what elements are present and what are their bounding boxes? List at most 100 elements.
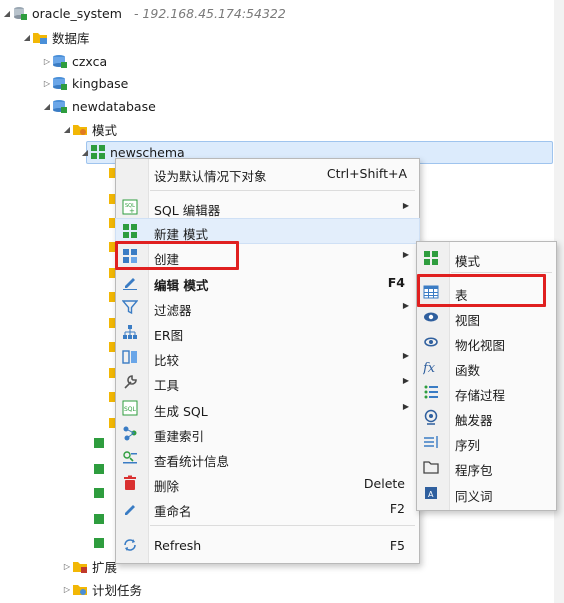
menu-item-label: 删除 [154,479,180,494]
collapse-arrow-icon[interactable]: ◢ [22,33,32,42]
tree-label: newdatabase [72,98,156,114]
expand-arrow-icon[interactable]: ▷ [62,585,72,594]
tree-node-database-newdatabase[interactable]: ◢ newdatabase [42,95,156,117]
menu-item-tools[interactable]: 工具 ▶ [116,370,419,394]
submenu-item-view[interactable]: 视图 [417,305,556,329]
menu-item-view-statistics[interactable]: 查看统计信息 [116,446,419,470]
schema-icon [94,464,104,474]
menu-item-shortcut: F5 [389,538,405,553]
schema-icon [94,538,104,548]
tree-node-databases[interactable]: ◢ 数据库 [22,26,90,48]
tree-node-database-czxca[interactable]: ▷ czxca [42,50,107,72]
trash-icon [122,475,138,491]
menu-item-label: 模式 [455,254,481,269]
database-icon [52,53,68,69]
menu-item-label: 触发器 [455,413,493,428]
compare-icon [122,349,138,365]
connection-address: - 192.168.45.174:54322 [133,5,286,21]
collapse-arrow-icon[interactable]: ◢ [2,9,12,18]
collapse-arrow-icon[interactable]: ◢ [62,125,72,134]
menu-item-compare[interactable]: 比较 ▶ [116,345,419,369]
rename-pencil-icon [122,500,138,516]
menu-item-label: 物化视图 [455,338,506,353]
highlight-box-create [115,241,239,270]
svg-text:SQL: SQL [124,406,137,413]
materialized-view-icon [423,334,439,350]
expand-arrow-icon[interactable]: ▷ [42,79,52,88]
menu-item-set-default[interactable]: 设为默认情况下对象 Ctrl+Shift+A [116,161,419,185]
menu-item-rebuild-index[interactable]: 重建索引 [116,421,419,445]
menu-item-label: 视图 [455,313,481,328]
menu-item-er-diagram[interactable]: ER图 [116,320,419,344]
tree-label: 模式 [92,122,118,138]
submenu-item-sequence[interactable]: 序列 [417,430,556,454]
svg-text:+: + [129,207,135,215]
edit-pencil-icon [122,274,138,290]
menu-item-shortcut: F4 [387,275,405,290]
schema-icon [122,223,138,239]
menu-item-generate-sql[interactable]: SQL 生成 SQL ▶ [116,396,419,420]
folder-icon [72,581,88,597]
tree-node-extensions[interactable]: ▷ 扩展 [62,555,117,577]
schema-icon [94,438,104,448]
tree-node-schemas-folder[interactable]: ◢ 模式 [62,118,117,140]
submenu-item-materialized-view[interactable]: 物化视图 [417,330,556,354]
submenu-arrow-icon: ▶ [402,351,409,360]
menu-item-label: 程序包 [455,463,493,478]
er-diagram-icon [122,324,138,340]
collapse-arrow-icon[interactable]: ◢ [80,148,90,157]
trigger-icon [423,409,439,425]
menu-item-label: 序列 [455,438,481,453]
schema-icon [94,514,104,524]
menu-item-label: 工具 [154,378,180,393]
menu-item-delete[interactable]: 删除 Delete [116,471,419,495]
tree-node-connection[interactable]: ◢ oracle_system - 192.168.45.174:54322 [2,2,286,24]
tree-label: czxca [72,53,108,69]
submenu-arrow-icon: ▶ [402,201,409,210]
refresh-icon [122,537,138,553]
menu-item-label: 重命名 [154,504,192,519]
collapse-arrow-icon[interactable]: ◢ [42,102,52,111]
tree-node-scheduled-tasks[interactable]: ▷ 计划任务 [62,578,142,600]
menu-item-rename[interactable]: 重命名 F2 [116,496,419,520]
menu-item-sql-editor[interactable]: SQL + SQL 编辑器 ▶ [116,195,419,219]
submenu-item-package[interactable]: 程序包 [417,455,556,479]
statistics-icon [122,450,138,466]
folder-icon [72,558,88,574]
folder-icon [72,121,88,137]
menu-separator [451,272,552,273]
submenu-item-procedure[interactable]: 存储过程 [417,380,556,404]
tree-label: kingbase [72,75,129,91]
menu-item-refresh[interactable]: Refresh F5 [116,533,419,557]
submenu-item-trigger[interactable]: 触发器 [417,405,556,429]
wrench-icon [122,374,138,390]
submenu-arrow-icon: ▶ [402,402,409,411]
tree-node-database-kingbase[interactable]: ▷ kingbase [42,72,128,94]
procedure-icon [423,384,439,400]
menu-separator [150,190,415,191]
menu-item-filter[interactable]: 过滤器 ▶ [116,295,419,319]
menu-item-label: 同义词 [455,489,493,504]
submenu-arrow-icon: ▶ [402,376,409,385]
submenu-item-schema[interactable]: 模式 [417,246,556,270]
menu-item-label: 查看统计信息 [154,454,230,469]
expand-arrow-icon[interactable]: ▷ [62,562,72,571]
context-menu: 设为默认情况下对象 Ctrl+Shift+A SQL + SQL 编辑器 ▶ 新建… [115,158,420,564]
submenu-item-function[interactable]: fx 函数 [417,355,556,379]
sequence-icon [423,434,439,450]
menu-item-label: 过滤器 [154,303,192,318]
database-icon [52,98,68,114]
folder-icon [32,29,48,45]
expand-arrow-icon[interactable]: ▷ [42,57,52,66]
menu-item-label: 存储过程 [455,388,506,403]
menu-item-label: 生成 SQL [154,404,208,419]
tree-label: 数据库 [52,30,90,46]
schema-icon [423,250,439,266]
svg-text:fx: fx [423,361,436,375]
menu-item-label: 设为默认情况下对象 [154,169,267,184]
menu-item-new-schema[interactable]: 新建 模式 [115,218,420,244]
package-folder-icon [423,459,439,475]
menu-item-edit-schema[interactable]: 编辑 模式 F4 [116,270,419,294]
submenu-item-synonym[interactable]: A 同义词 [417,481,556,505]
view-eye-icon [423,309,439,325]
